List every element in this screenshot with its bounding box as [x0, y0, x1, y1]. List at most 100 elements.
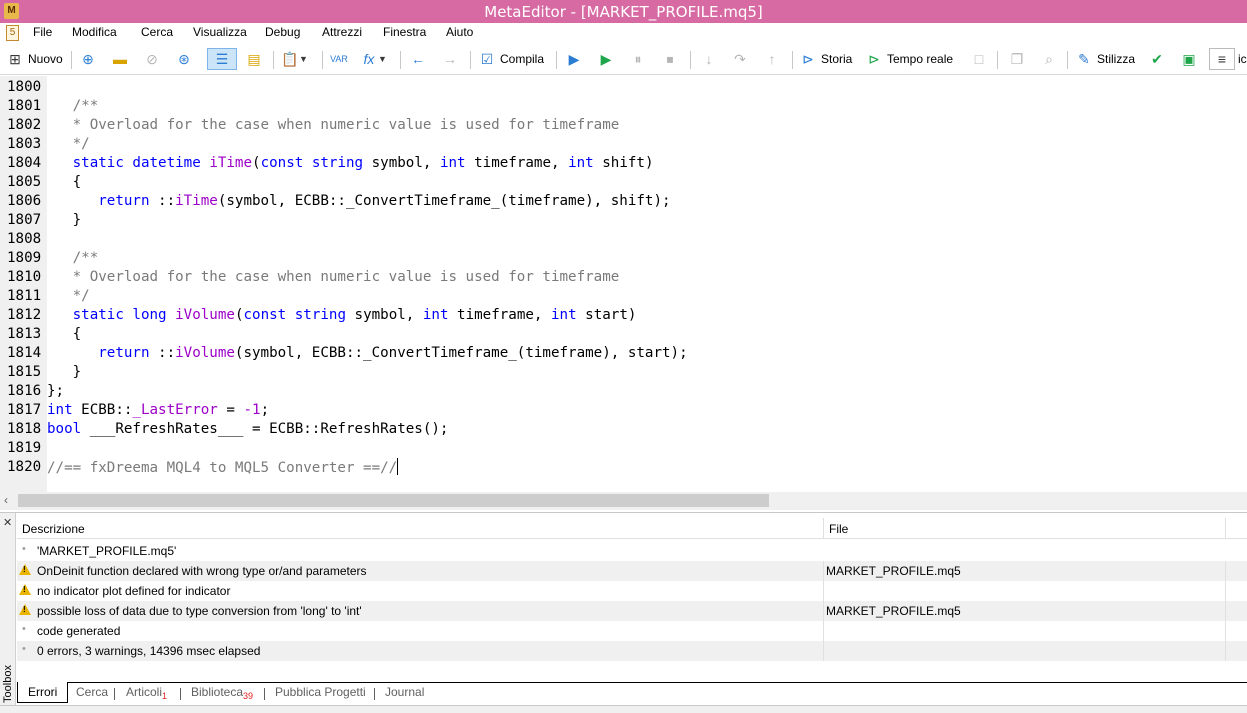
cloud-button[interactable]: ✔ [1148, 48, 1166, 70]
code-text: * Overload for the case when numeric val… [72, 117, 620, 133]
code-line[interactable]: 1805 { [0, 173, 1247, 192]
pause-button[interactable]: ⏸ [629, 48, 647, 70]
code-line[interactable]: 1814 return ::iVolume(symbol, ECBB::_Con… [0, 344, 1247, 363]
message-row[interactable]: • code generated [17, 621, 1247, 641]
variable-button[interactable]: VAR [330, 48, 348, 70]
code-line[interactable]: 1820 //== fxDreema MQL4 to MQL5 Converter… [0, 458, 1247, 477]
code-line[interactable]: 1811 */ [0, 287, 1247, 306]
info-bullet-icon: • [22, 543, 26, 555]
menu-cerca[interactable]: Cerca [141, 25, 173, 39]
history-button[interactable]: ⊳ Storia [799, 48, 852, 70]
step-out-icon: ↑ [768, 51, 776, 67]
code-line[interactable]: 1813 { [0, 325, 1247, 344]
message-row[interactable]: • 'MARKET_PROFILE.mq5' [17, 541, 1247, 561]
scrollbar-thumb[interactable] [18, 494, 769, 507]
menu-visualizza[interactable]: Visualizza [193, 25, 247, 39]
code-text: { [47, 326, 82, 342]
tab-cerca[interactable]: Cerca [76, 685, 108, 699]
open-button[interactable]: ▬ [111, 48, 129, 70]
line-number: 1811 [7, 288, 42, 304]
message-row[interactable]: no indicator plot defined for indicator [17, 581, 1247, 601]
forward-button[interactable]: → [441, 48, 459, 70]
menu-attrezzi[interactable]: Attrezzi [322, 25, 362, 39]
menu-debug[interactable]: Debug [265, 25, 300, 39]
code-line[interactable]: 1806 return ::iTime(symbol, ECBB::_Conve… [0, 192, 1247, 211]
scroll-left-icon[interactable]: ‹ [4, 493, 8, 507]
mq5-document-icon[interactable]: 5 [6, 25, 19, 41]
message-description: 'MARKET_PROFILE.mq5' [37, 544, 177, 558]
code-line[interactable]: 1818 bool ___RefreshRates___ = ECBB::Refr… [0, 420, 1247, 439]
line-number: 1809 [7, 250, 42, 266]
line-number: 1802 [7, 117, 42, 133]
stop-button[interactable]: ⏹ [661, 48, 679, 70]
menu-aiuto[interactable]: Aiuto [446, 25, 473, 39]
column-header-description[interactable]: Descrizione [22, 522, 85, 536]
code-line[interactable]: 1802 * Overload for the case when numeri… [0, 116, 1247, 135]
debug-start-button[interactable]: ▶ [565, 48, 583, 70]
menu-finestra[interactable]: Finestra [383, 25, 426, 39]
code-text: //== fxDreema MQL4 to MQL5 Converter ==/… [47, 458, 399, 476]
code-line[interactable]: 1816}; [0, 382, 1247, 401]
code-text: return ::iVolume(symbol, ECBB::_ConvertT… [98, 345, 688, 361]
column-separator [823, 518, 824, 539]
menu-modifica[interactable]: Modifica [72, 25, 117, 39]
save-button[interactable]: ⊘ [143, 48, 161, 70]
toolbar-separator [556, 51, 557, 69]
compile-button[interactable]: ☑ Compila [478, 48, 544, 70]
clipboard-button[interactable]: 📋 ▼ [281, 48, 308, 70]
message-row[interactable]: possible loss of data due to type conver… [17, 601, 1247, 621]
function-button[interactable]: fx ▼ [360, 48, 387, 70]
settings-button[interactable]: ≡ [1209, 48, 1235, 70]
code-line[interactable]: 1819 [0, 439, 1247, 458]
code-editor[interactable]: 1800 1801 /** 1802 * Overload for the case… [0, 76, 1247, 492]
menu-file[interactable]: File [33, 25, 52, 39]
new-button[interactable]: ⊞ Nuovo [6, 48, 63, 70]
realtime-button[interactable]: ⊳ Tempo reale [865, 48, 953, 70]
square-icon: □ [974, 51, 984, 67]
toolbox-toggle[interactable]: ▤ [245, 48, 263, 70]
new-project-button[interactable]: ⊕ [79, 48, 97, 70]
download-button[interactable]: ⊛ [175, 48, 193, 70]
message-description: no indicator plot defined for indicator [37, 584, 231, 598]
tab-errori[interactable]: Errori [17, 682, 69, 703]
tab-pubblica-progetti[interactable]: Pubblica Progetti [275, 685, 366, 699]
code-line[interactable]: 1807 } [0, 211, 1247, 230]
column-header-file[interactable]: File [829, 522, 848, 536]
search-files-button[interactable]: ⌕ [1040, 48, 1058, 70]
tab-biblioteca[interactable]: Biblioteca39 [191, 685, 253, 701]
code-text: } [47, 212, 82, 228]
step-over-button[interactable]: ↷ [731, 48, 749, 70]
run-button[interactable]: ▶ [597, 48, 615, 70]
code-line[interactable]: 1817 int ECBB::_LastError = -1; [0, 401, 1247, 420]
code-line[interactable]: 1803 */ [0, 135, 1247, 154]
add-icon: ⊕ [82, 51, 94, 67]
toolbar-overflow[interactable]: ic [1238, 48, 1247, 70]
tab-journal[interactable]: Journal [385, 685, 424, 699]
tab-articoli[interactable]: Articoli1 [126, 685, 167, 701]
compare-button[interactable]: ❐ [1008, 48, 1026, 70]
code-line[interactable]: 1809 /** [0, 249, 1247, 268]
code-line[interactable]: 1804 static datetime iTime(const string … [0, 154, 1247, 173]
code-text: /** [72, 250, 99, 266]
code-line[interactable]: 1801 /** [0, 97, 1247, 116]
horizontal-scrollbar[interactable]: ‹ [0, 492, 1247, 510]
navigator-toggle[interactable]: ☰ [207, 48, 237, 70]
stop-debug-button[interactable]: □ [970, 48, 988, 70]
message-row[interactable]: • 0 errors, 3 warnings, 14396 msec elapse… [17, 641, 1247, 661]
code-line[interactable]: 1810 * Overload for the case when numeri… [0, 268, 1247, 287]
code-line[interactable]: 1800 [0, 78, 1247, 97]
navigator-icon: ☰ [215, 51, 229, 67]
code-line[interactable]: 1808 [0, 230, 1247, 249]
close-icon[interactable]: ✕ [3, 516, 12, 529]
line-number: 1806 [7, 193, 42, 209]
message-row[interactable]: OnDeinit function declared with wrong ty… [17, 561, 1247, 581]
biblioteca-badge: 39 [243, 691, 254, 701]
step-into-button[interactable]: ↓ [700, 48, 718, 70]
realtime-icon: ⊳ [868, 51, 880, 67]
back-button[interactable]: ← [409, 48, 427, 70]
terminal-button[interactable]: ▣ [1180, 48, 1198, 70]
step-out-button[interactable]: ↑ [763, 48, 781, 70]
styler-button[interactable]: ✎ Stilizza [1075, 48, 1135, 70]
code-line[interactable]: 1812 static long iVolume(const string sy… [0, 306, 1247, 325]
code-line[interactable]: 1815 } [0, 363, 1247, 382]
